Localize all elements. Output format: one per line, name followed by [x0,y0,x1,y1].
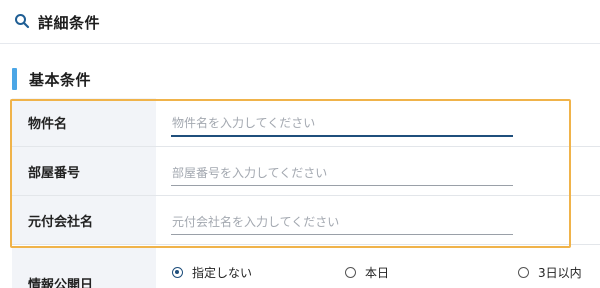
agent-company-input[interactable] [171,209,513,235]
search-icon [15,14,30,29]
form-row-agent-company: 元付会社名 [12,196,600,245]
radio-option-today[interactable]: 本日 [345,264,389,281]
radio-selected-icon [172,267,183,278]
property-name-label: 物件名 [12,98,156,146]
radio-label: 指定しない [192,266,253,280]
form-row-room-number: 部屋番号 [12,147,600,196]
room-number-label: 部屋番号 [12,147,156,195]
filter-header: 詳細条件 [0,0,600,44]
room-number-input[interactable] [171,160,513,186]
info-date-label: 情報公開日 [12,248,156,288]
section-heading: 基本条件 [12,68,91,90]
basic-conditions-form: 物件名 部屋番号 元付会社名 [12,98,600,245]
radio-option-3days[interactable]: 3日以内 [518,264,582,281]
form-row-property-name: 物件名 [12,98,600,147]
section-title: 基本条件 [29,70,92,89]
radio-label: 3日以内 [538,266,582,280]
radio-empty-icon [345,267,356,278]
radio-option-unspecified[interactable]: 指定しない [172,264,252,281]
property-name-input[interactable] [171,111,513,137]
page-title: 詳細条件 [38,14,101,32]
agent-company-label: 元付会社名 [12,196,156,244]
radio-empty-icon [518,267,529,278]
radio-label: 本日 [365,266,390,280]
section-accent-bar [12,68,17,90]
form-row-info-date: 情報公開日 指定しない 本日 3日以内 [12,248,600,288]
